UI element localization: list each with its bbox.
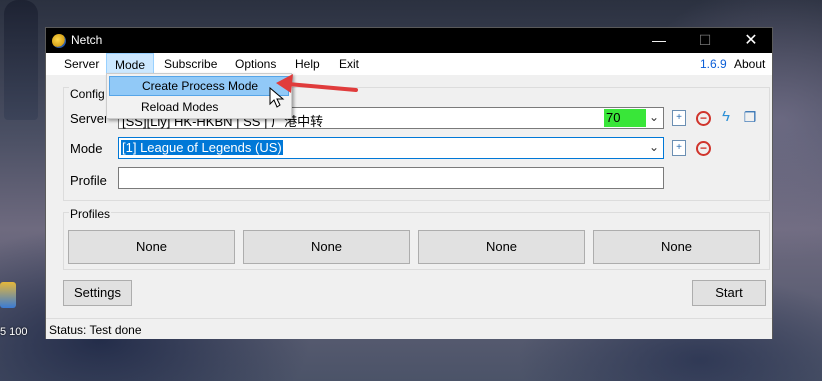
title-bar[interactable]: Netch — ☐ ✕	[46, 28, 772, 53]
menu-help[interactable]: Help	[295, 53, 320, 75]
profile-slot-2-button[interactable]: None	[243, 230, 410, 264]
desktop-shortcut-icon[interactable]	[0, 282, 16, 308]
menu-subscribe[interactable]: Subscribe	[164, 53, 217, 75]
start-button[interactable]: Start	[692, 280, 766, 306]
mode-dropdown-menu: Create Process Mode Reload Modes	[106, 73, 292, 119]
profiles-group-title: Profiles	[69, 207, 112, 221]
mode-label: Mode	[70, 141, 103, 156]
speed-test-icon[interactable]: ϟ	[718, 109, 734, 125]
config-group-title: Config	[69, 87, 106, 101]
remove-mode-icon[interactable]: −	[696, 141, 711, 156]
wallpaper-figure	[4, 0, 38, 120]
profile-name-input[interactable]	[118, 167, 664, 189]
profile-slot-1-button[interactable]: None	[68, 230, 235, 264]
status-text: Status: Test done	[49, 323, 142, 337]
desktop-shortcut-label: 5 100	[0, 326, 28, 338]
version-link[interactable]: 1.6.9	[700, 53, 727, 75]
edit-mode-icon[interactable]: +	[672, 140, 686, 156]
remove-server-icon[interactable]: −	[696, 111, 711, 126]
menu-exit[interactable]: Exit	[339, 53, 359, 75]
menu-options[interactable]: Options	[235, 53, 276, 75]
close-button[interactable]: ✕	[728, 28, 774, 53]
netch-logo-icon	[52, 34, 66, 48]
menu-server[interactable]: Server	[64, 53, 99, 75]
menu-about[interactable]: About	[734, 53, 765, 75]
status-bar: Status: Test done	[46, 318, 772, 339]
menu-mode[interactable]: Mode	[106, 53, 154, 75]
settings-button[interactable]: Settings	[63, 280, 132, 306]
profile-slot-4-button[interactable]: None	[593, 230, 760, 264]
menu-bar: Server Mode Subscribe Options Help Exit …	[46, 53, 772, 75]
window-title: Netch	[71, 33, 103, 47]
server-label: Server	[70, 111, 109, 126]
edit-server-icon[interactable]: +	[672, 110, 686, 126]
server-latency-badge: 70	[604, 109, 646, 127]
mode-select[interactable]: [1] League of Legends (US) ⌄	[118, 137, 664, 159]
menu-item-reload-modes[interactable]: Reload Modes	[109, 97, 289, 117]
copy-server-icon[interactable]: ❐	[742, 109, 758, 125]
maximize-button[interactable]: ☐	[682, 28, 728, 53]
chevron-down-icon[interactable]: ⌄	[649, 110, 659, 124]
chevron-down-icon[interactable]: ⌄	[649, 140, 659, 154]
profile-label: Profile	[70, 173, 107, 188]
profile-slot-3-button[interactable]: None	[418, 230, 585, 264]
menu-item-create-process-mode[interactable]: Create Process Mode	[109, 76, 289, 96]
mode-select-value: [1] League of Legends (US)	[121, 140, 283, 155]
minimize-button[interactable]: —	[636, 28, 682, 53]
